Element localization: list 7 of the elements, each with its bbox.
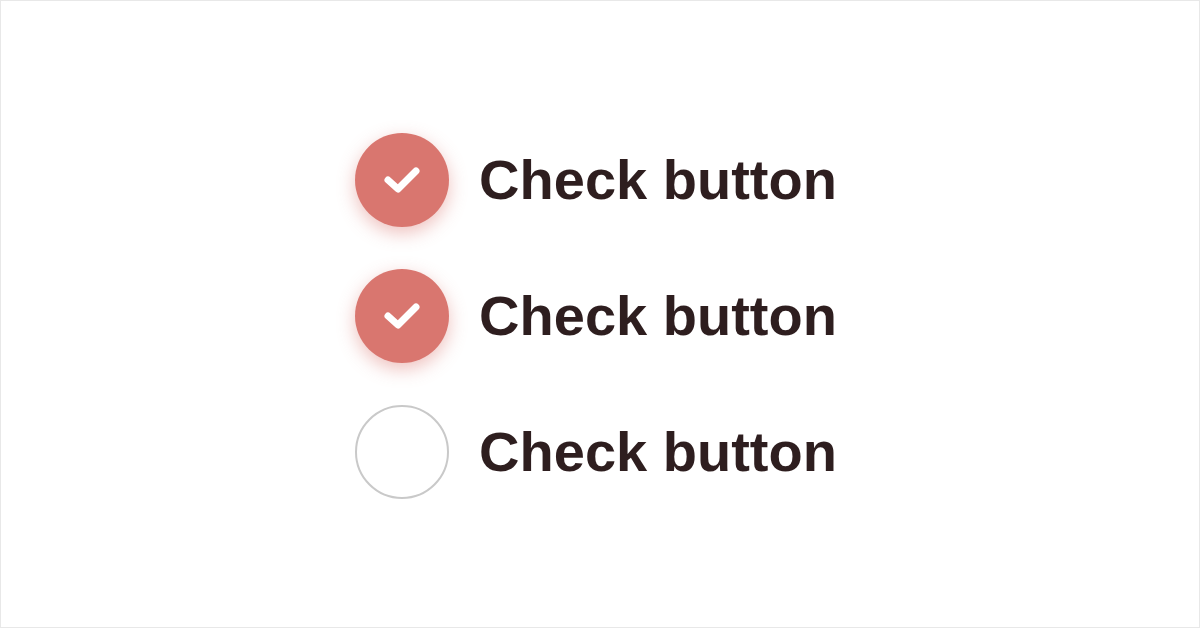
checkbox[interactable] xyxy=(355,269,450,363)
checkmark-icon xyxy=(383,301,422,331)
option-label: Check button xyxy=(479,424,837,480)
option-label: Check button xyxy=(479,288,837,344)
checkmark-icon xyxy=(383,165,422,195)
checkbox[interactable] xyxy=(355,133,450,227)
option-label: Check button xyxy=(479,152,837,208)
